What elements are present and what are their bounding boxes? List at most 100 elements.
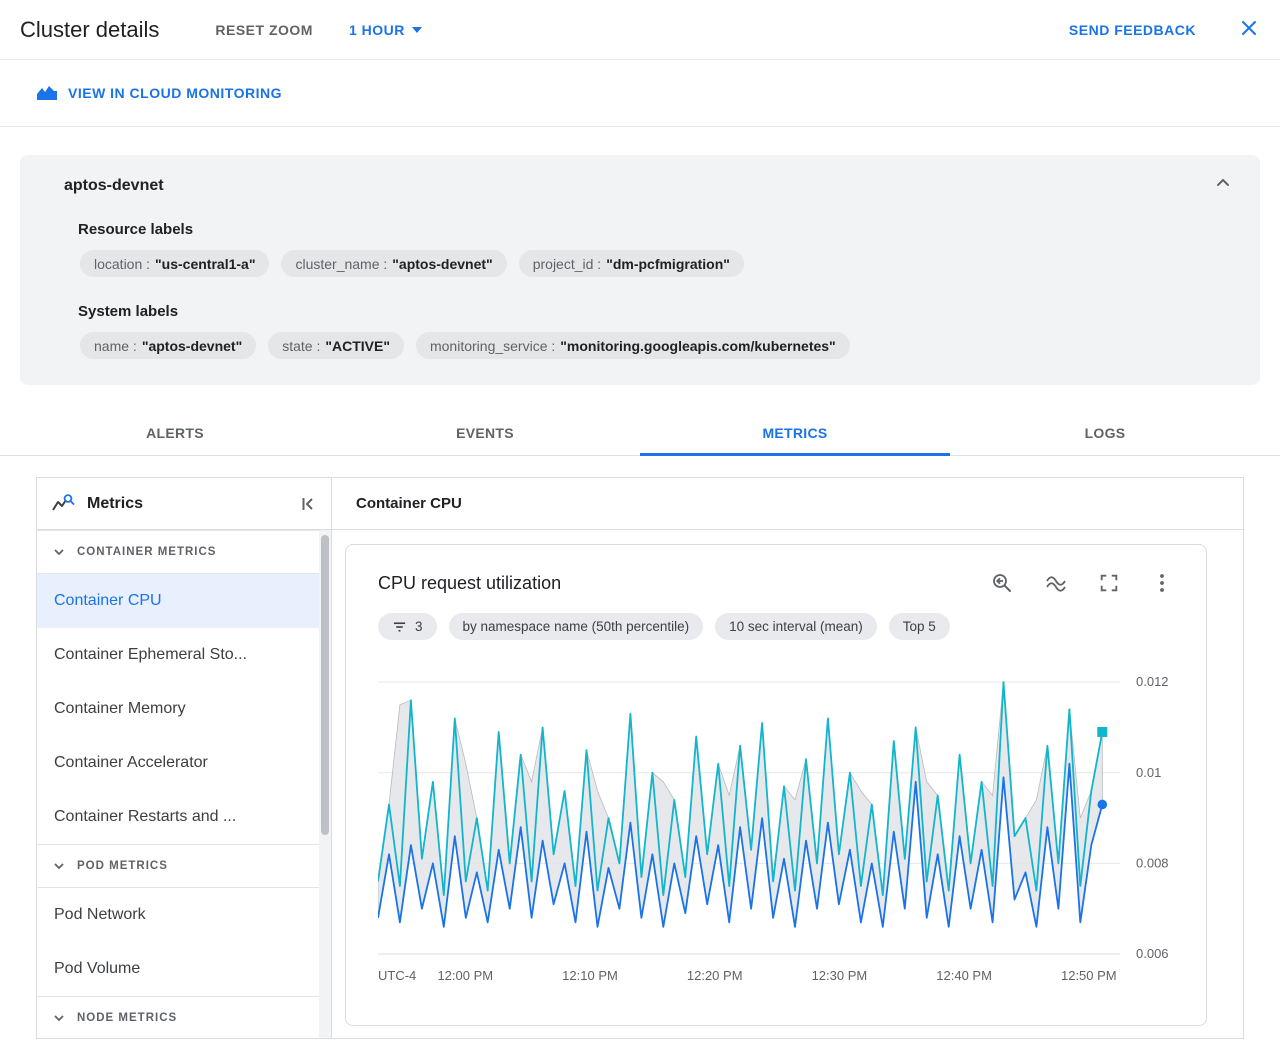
chevron-down-icon bbox=[54, 1015, 64, 1022]
system-labels-row: name : "aptos-devnet" state : "ACTIVE" m… bbox=[80, 332, 1236, 359]
filter-count: 3 bbox=[415, 619, 423, 634]
zoom-out-icon bbox=[993, 574, 1011, 592]
metrics-sidebar-header: Metrics bbox=[37, 478, 331, 530]
close-icon bbox=[1242, 21, 1256, 35]
chip-key: state : bbox=[282, 337, 321, 354]
collapse-panel-icon bbox=[302, 497, 313, 510]
metrics-content-panel: Metrics CONTAINER METRICS Container CPU … bbox=[36, 477, 1244, 1039]
sidebar-item-container-memory[interactable]: Container Memory bbox=[37, 682, 331, 736]
svg-text:12:50 PM: 12:50 PM bbox=[1061, 968, 1117, 983]
chart-fullscreen-button[interactable] bbox=[1098, 572, 1120, 594]
top-bar: Cluster details RESET ZOOM 1 HOUR SEND F… bbox=[0, 0, 1280, 60]
label-chip-state: state : "ACTIVE" bbox=[268, 332, 404, 359]
tab-alerts[interactable]: ALERTS bbox=[20, 410, 330, 455]
area-chart-icon bbox=[1046, 576, 1066, 592]
svg-text:12:00 PM: 12:00 PM bbox=[437, 968, 493, 983]
main-heading: Container CPU bbox=[332, 478, 1243, 530]
more-vert-icon bbox=[1160, 574, 1164, 592]
chart-zoom-out-button[interactable] bbox=[990, 571, 1014, 595]
chart-more-options-button[interactable] bbox=[1150, 571, 1174, 595]
section-pod-metrics[interactable]: POD METRICS bbox=[37, 844, 331, 888]
reset-zoom-button[interactable]: RESET ZOOM bbox=[215, 22, 313, 38]
chip-value: "aptos-devnet" bbox=[141, 337, 243, 354]
page-title: Cluster details bbox=[20, 16, 160, 42]
svg-text:0.006: 0.006 bbox=[1136, 946, 1169, 961]
sidebar-scrollbar-thumb[interactable] bbox=[321, 535, 329, 835]
svg-text:12:40 PM: 12:40 PM bbox=[936, 968, 992, 983]
chip-value: "ACTIVE" bbox=[325, 337, 390, 354]
svg-text:12:20 PM: 12:20 PM bbox=[687, 968, 743, 983]
chip-key: project_id : bbox=[532, 255, 602, 272]
collapse-card-button[interactable] bbox=[1208, 175, 1238, 194]
sidebar-item-container-ephemeral-storage[interactable]: Container Ephemeral Sto... bbox=[37, 628, 331, 682]
time-range-select[interactable]: 1 HOUR bbox=[349, 22, 422, 38]
chip-value: "us-central1-a" bbox=[155, 255, 256, 272]
chip-key: location : bbox=[94, 255, 151, 272]
chart-title: CPU request utilization bbox=[378, 572, 562, 593]
svg-text:UTC-4: UTC-4 bbox=[378, 968, 416, 983]
label-chip-cluster-name: cluster_name : "aptos-devnet" bbox=[281, 250, 507, 277]
sidebar-scrollbar-track[interactable] bbox=[319, 530, 331, 1038]
metrics-sidebar: Metrics CONTAINER METRICS Container CPU … bbox=[37, 478, 332, 1038]
chevron-down-icon bbox=[54, 549, 64, 556]
resource-labels-title: Resource labels bbox=[78, 221, 194, 238]
sidebar-item-container-accelerator[interactable]: Container Accelerator bbox=[37, 736, 331, 790]
chip-key: cluster_name : bbox=[295, 255, 388, 272]
label-chip-name: name : "aptos-devnet" bbox=[80, 332, 257, 359]
label-chip-location: location : "us-central1-a" bbox=[80, 250, 270, 277]
chevron-down-icon bbox=[54, 863, 64, 870]
tab-logs[interactable]: LOGS bbox=[950, 410, 1260, 455]
cluster-name: aptos-devnet bbox=[64, 177, 164, 194]
chart-mode-button[interactable] bbox=[1044, 571, 1068, 595]
section-node-metrics[interactable]: NODE METRICS bbox=[37, 996, 331, 1038]
filter-count-chip[interactable]: 3 bbox=[378, 613, 437, 640]
svg-text:0.008: 0.008 bbox=[1136, 855, 1169, 870]
caret-down-icon bbox=[411, 26, 422, 33]
cluster-summary-card: aptos-devnet Resource labels location : … bbox=[20, 155, 1260, 385]
send-feedback-button[interactable]: SEND FEEDBACK bbox=[1069, 22, 1196, 38]
tab-metrics[interactable]: METRICS bbox=[640, 410, 950, 456]
sidebar-item-pod-volume[interactable]: Pod Volume bbox=[37, 942, 331, 996]
chevron-up-icon bbox=[1217, 178, 1229, 186]
chip-value: "monitoring.googleapis.com/kubernetes" bbox=[560, 337, 836, 354]
section-container-metrics[interactable]: CONTAINER METRICS bbox=[37, 530, 331, 574]
svg-text:12:30 PM: 12:30 PM bbox=[812, 968, 868, 983]
chip-key: name : bbox=[94, 337, 137, 354]
view-in-monitoring-label: VIEW IN CLOUD MONITORING bbox=[68, 85, 282, 101]
sidebar-item-container-cpu[interactable]: Container CPU bbox=[37, 574, 331, 628]
chart-card: CPU request utilization 3 by namespace n… bbox=[345, 544, 1207, 1026]
section-label: CONTAINER METRICS bbox=[77, 546, 217, 558]
chip-value: "aptos-devnet" bbox=[392, 255, 493, 272]
cpu-chart-svg[interactable]: 0.012 0.01 0.008 0.006 UTC-4 12:00 PM 12:10 PM… bbox=[377, 654, 1178, 990]
label-chip-monitoring-service: monitoring_service : "monitoring.googlea… bbox=[415, 332, 850, 359]
sidebar-item-container-restarts[interactable]: Container Restarts and ... bbox=[37, 790, 331, 844]
cpu-chart[interactable]: 0.012 0.01 0.008 0.006 UTC-4 12:00 PM 12:10 PM… bbox=[377, 654, 1174, 995]
section-label: NODE METRICS bbox=[77, 1012, 178, 1024]
chart-main-area: Container CPU CPU request utilization 3 … bbox=[332, 478, 1243, 1038]
metrics-explorer-icon bbox=[52, 493, 75, 511]
chart-filter-row: 3 by namespace name (50th percentile) 10… bbox=[378, 613, 1174, 640]
top5-chip[interactable]: Top 5 bbox=[888, 613, 950, 640]
filter-icon bbox=[393, 621, 406, 632]
metrics-list: CONTAINER METRICS Container CPU Containe… bbox=[37, 530, 331, 1038]
section-label: POD METRICS bbox=[77, 860, 168, 872]
close-button[interactable] bbox=[1238, 17, 1260, 42]
monitoring-chart-icon bbox=[37, 86, 57, 100]
svg-text:0.01: 0.01 bbox=[1136, 765, 1161, 780]
label-chip-project-id: project_id : "dm-pcfmigration" bbox=[518, 250, 744, 277]
svg-text:0.012: 0.012 bbox=[1136, 674, 1169, 689]
chip-value: "dm-pcfmigration" bbox=[606, 255, 730, 272]
svg-text:12:10 PM: 12:10 PM bbox=[562, 968, 618, 983]
interval-chip[interactable]: 10 sec interval (mean) bbox=[715, 613, 877, 640]
tab-bar: ALERTS EVENTS METRICS LOGS bbox=[0, 410, 1280, 456]
system-labels-title: System labels bbox=[78, 303, 179, 320]
sidebar-item-pod-network[interactable]: Pod Network bbox=[37, 888, 331, 942]
tab-events[interactable]: EVENTS bbox=[330, 410, 640, 455]
collapse-sidebar-button[interactable] bbox=[299, 495, 317, 513]
sub-bar: VIEW IN CLOUD MONITORING bbox=[0, 60, 1280, 127]
chip-key: monitoring_service : bbox=[429, 337, 556, 354]
view-in-monitoring-link[interactable]: VIEW IN CLOUD MONITORING bbox=[36, 85, 282, 101]
groupby-chip[interactable]: by namespace name (50th percentile) bbox=[448, 613, 704, 640]
time-range-label: 1 HOUR bbox=[348, 21, 405, 38]
resource-labels-row: location : "us-central1-a" cluster_name … bbox=[80, 250, 1236, 277]
